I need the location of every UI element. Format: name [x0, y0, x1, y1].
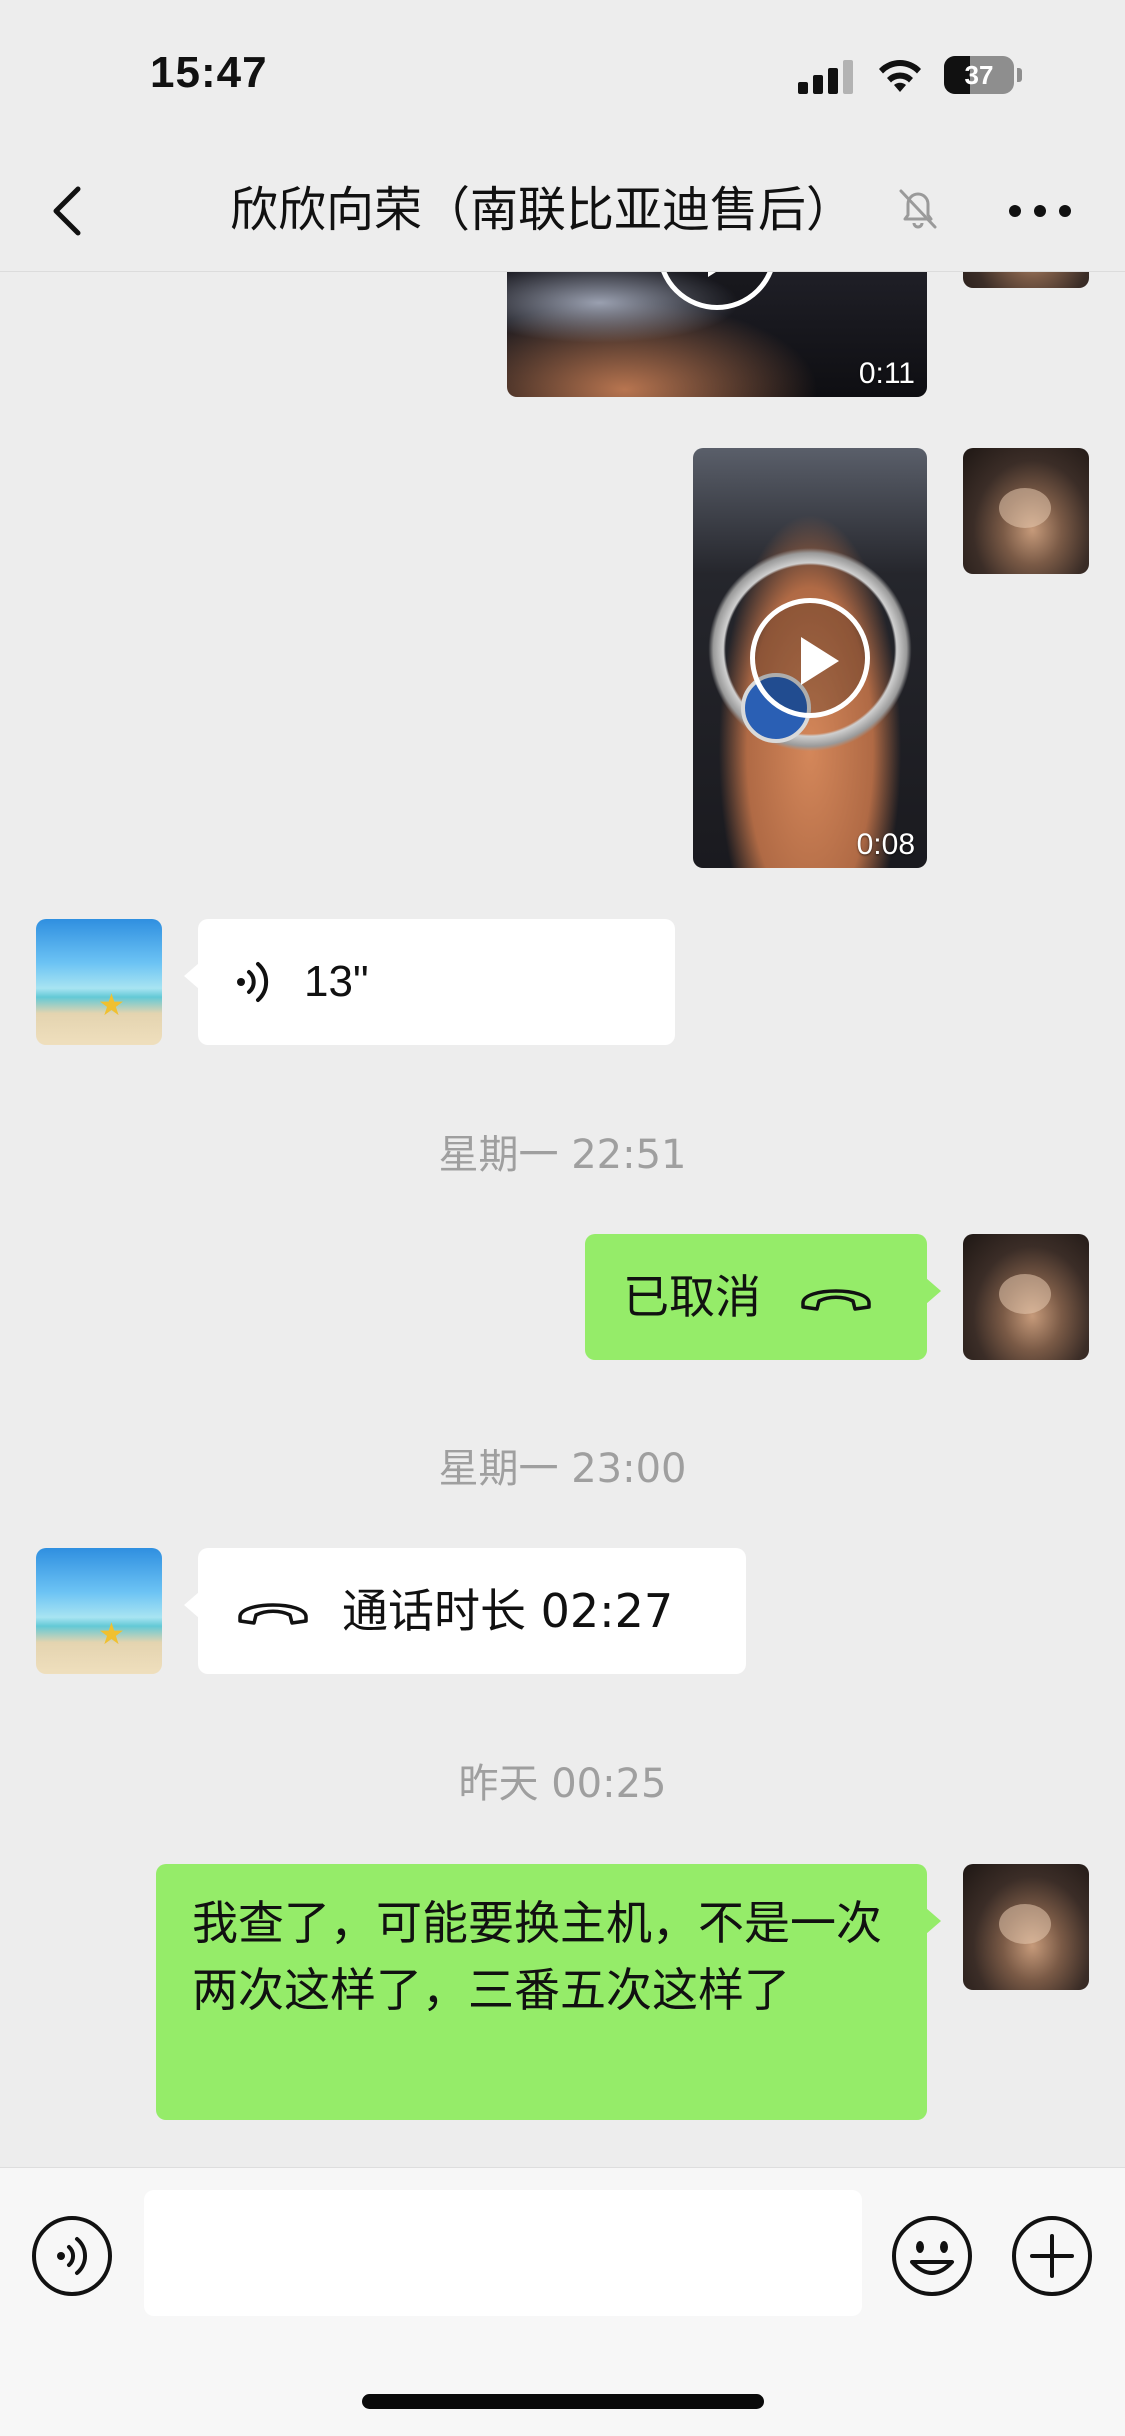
nav-bar: 欣欣向荣（南联比亚迪售后）	[0, 150, 1125, 272]
text-message[interactable]: 我查了，可能要换主机，不是一次两次这样了，三番五次这样了	[156, 1864, 941, 2120]
avatar-self[interactable]	[963, 448, 1089, 574]
voice-duration: 13"	[304, 957, 369, 1007]
back-icon[interactable]	[40, 175, 100, 245]
video-message[interactable]: 0:08	[693, 448, 927, 868]
status-bar: 15:47 37	[0, 0, 1125, 150]
timestamp: 星期一 22:51	[438, 1132, 687, 1178]
battery-tip	[1017, 68, 1022, 82]
voice-wave-icon	[237, 962, 269, 1002]
timestamp: 星期一 23:00	[438, 1446, 687, 1492]
avatar-self[interactable]	[963, 1234, 1089, 1360]
call-duration-text: 通话时长 02:27	[342, 1583, 674, 1638]
message-input[interactable]	[144, 2190, 862, 2316]
chat-title: 欣欣向荣（南联比亚迪售后）	[230, 182, 855, 238]
video-message[interactable]: 0:11	[507, 272, 927, 397]
wifi-icon	[879, 60, 921, 92]
avatar-self[interactable]	[963, 1864, 1089, 1990]
play-icon[interactable]	[657, 272, 777, 310]
message-text[interactable]: 我查了，可能要换主机，不是一次两次这样了，三番五次这样了	[192, 1896, 882, 2017]
call-status-text: 已取消	[623, 1269, 761, 1324]
video-duration: 0:08	[856, 828, 915, 861]
chat-area[interactable]: 0:11 0:08 ★ 13" 星期一 22:51 已取消 星期一 23:00 …	[0, 272, 1125, 2167]
call-message[interactable]: 已取消	[585, 1234, 941, 1360]
status-time: 15:47	[150, 48, 268, 97]
avatar-self[interactable]	[963, 272, 1089, 288]
timestamp: 昨天 00:25	[458, 1761, 667, 1807]
voice-input-icon[interactable]	[30, 2214, 114, 2298]
plus-icon[interactable]	[1010, 2214, 1094, 2298]
avatar-other[interactable]: ★	[36, 1548, 162, 1674]
phone-icon	[801, 1289, 871, 1311]
signal-icon	[798, 60, 854, 94]
phone-icon	[238, 1603, 308, 1625]
more-icon[interactable]	[1005, 195, 1075, 225]
starfish-icon: ★	[98, 988, 125, 1023]
starfish-icon: ★	[98, 1617, 125, 1652]
battery-icon: 37	[944, 56, 1014, 94]
mute-icon	[899, 189, 937, 229]
video-duration: 0:11	[858, 357, 915, 390]
emoji-icon[interactable]	[890, 2214, 974, 2298]
play-icon[interactable]	[750, 598, 870, 718]
battery-level: 37	[964, 60, 994, 90]
call-message[interactable]: 通话时长 02:27	[184, 1548, 746, 1674]
voice-message[interactable]: 13"	[184, 919, 675, 1045]
home-indicator	[362, 2394, 764, 2409]
avatar-other[interactable]: ★	[36, 919, 162, 1045]
